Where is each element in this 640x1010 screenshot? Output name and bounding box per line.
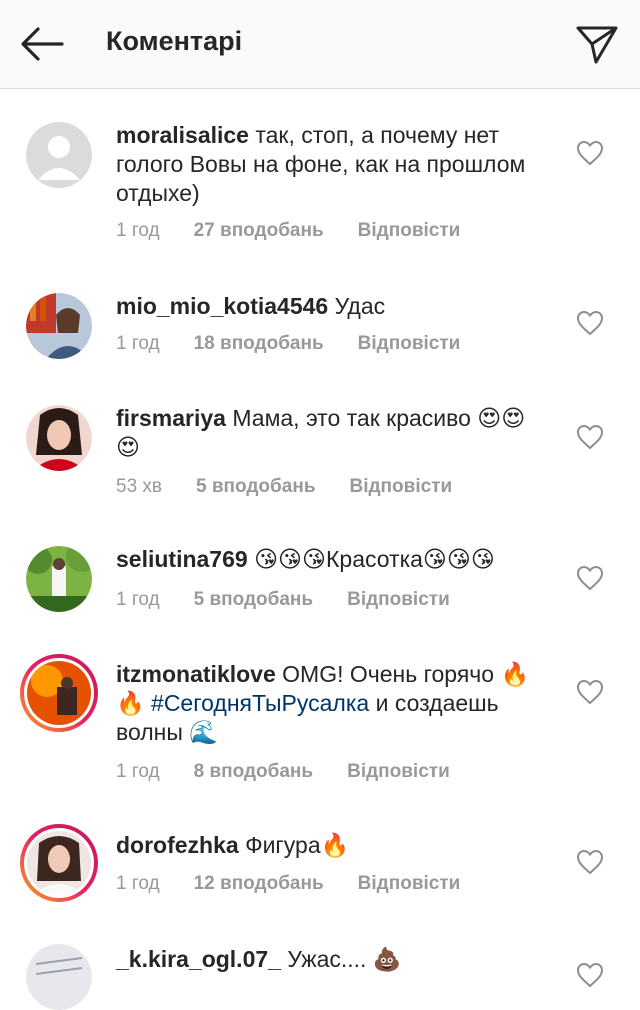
reply-button[interactable]: Відповісти: [358, 333, 461, 354]
comment-likes[interactable]: 27 вподобань: [194, 220, 324, 241]
comment-time: 1 год: [116, 589, 160, 610]
comment-username[interactable]: _k.kira_ogl.07_: [116, 946, 281, 972]
comment-text: _k.kira_ogl.07_ Ужас.... 💩: [116, 945, 546, 974]
header-bar: Коментарі: [0, 0, 640, 89]
reply-button[interactable]: Відповісти: [358, 873, 461, 894]
like-button[interactable]: [576, 424, 604, 450]
avatar[interactable]: [26, 293, 92, 359]
like-button[interactable]: [576, 565, 604, 591]
comment-body: Фигура🔥: [245, 832, 350, 858]
reply-button[interactable]: Відповісти: [358, 220, 461, 241]
avatar-photo: [26, 944, 92, 1010]
comment-likes[interactable]: 8 вподобань: [194, 761, 313, 782]
avatar-photo: [26, 293, 92, 359]
avatar-photo: [27, 831, 91, 895]
heart-icon: [576, 962, 604, 988]
comment-text: firsmariya Мама, это так красиво 😍😍😍: [116, 404, 546, 462]
comment-likes[interactable]: 5 вподобань: [196, 476, 315, 497]
comment-body: Ужас.... 💩: [287, 946, 402, 972]
heart-icon: [576, 424, 604, 450]
comment-body: Удас: [334, 293, 386, 319]
avatar-photo: [27, 661, 91, 725]
comment-time: 1 год: [116, 333, 160, 354]
back-arrow-icon: [21, 27, 64, 61]
heart-icon: [576, 140, 604, 166]
comment-meta: 1 год 12 вподобань Відповісти: [116, 873, 494, 895]
back-button[interactable]: [18, 26, 66, 62]
avatar[interactable]: [26, 405, 92, 471]
comment-meta: 1 год 18 вподобань Відповісти: [116, 333, 494, 355]
avatar-photo: [26, 405, 92, 471]
like-button[interactable]: [576, 679, 604, 705]
comment-time: 53 хв: [116, 476, 163, 497]
send-button[interactable]: [572, 20, 620, 68]
comment-meta: 1 год 27 вподобань Відповісти: [116, 220, 494, 242]
comment-text: dorofezhka Фигура🔥: [116, 831, 546, 860]
heart-icon: [576, 565, 604, 591]
avatar[interactable]: [26, 122, 92, 188]
hashtag-link[interactable]: #СегодняТыРусалка: [151, 690, 369, 716]
comment-text: mio_mio_kotia4546 Удас: [116, 292, 546, 321]
like-button[interactable]: [576, 310, 604, 336]
heart-icon: [576, 679, 604, 705]
avatar-with-story-ring[interactable]: [20, 824, 98, 902]
like-button[interactable]: [576, 962, 604, 988]
comment-body: 😘😘😘Красотка😘😘😘: [254, 546, 495, 572]
comment-meta: 53 хв 5 вподобань Відповісти: [116, 476, 486, 498]
comment-likes[interactable]: 18 вподобань: [194, 333, 324, 354]
comment-username[interactable]: firsmariya: [116, 405, 226, 431]
avatar[interactable]: [26, 944, 92, 1010]
like-button[interactable]: [576, 140, 604, 166]
like-button[interactable]: [576, 849, 604, 875]
paper-plane-icon: [576, 26, 618, 64]
comment-time: 1 год: [116, 220, 160, 241]
comment-time: 1 год: [116, 873, 160, 894]
comment-username[interactable]: mio_mio_kotia4546: [116, 293, 328, 319]
heart-icon: [576, 310, 604, 336]
comment-meta: 1 год 8 вподобань Відповісти: [116, 761, 484, 783]
comment-username[interactable]: seliutina769: [116, 546, 248, 572]
comment-text: moralisalice так, стоп, а почему нет гол…: [116, 121, 546, 208]
comment-meta: 1 год 5 вподобань Відповісти: [116, 589, 484, 611]
comment-username[interactable]: moralisalice: [116, 122, 249, 148]
heart-icon: [576, 849, 604, 875]
comment-text: seliutina769 😘😘😘Красотка😘😘😘: [116, 545, 546, 574]
comment-username[interactable]: dorofezhka: [116, 832, 239, 858]
default-avatar-icon: [26, 122, 92, 188]
comment-time: 1 год: [116, 761, 160, 782]
comment-likes[interactable]: 5 вподобань: [194, 589, 313, 610]
avatar-photo: [26, 546, 92, 612]
comment-text: itzmonatiklove OMG! Очень горячо 🔥🔥 #Сег…: [116, 660, 546, 747]
reply-button[interactable]: Відповісти: [347, 761, 450, 782]
reply-button[interactable]: Відповісти: [347, 589, 450, 610]
comment-likes[interactable]: 12 вподобань: [194, 873, 324, 894]
avatar[interactable]: [26, 546, 92, 612]
page-title: Коментарі: [106, 26, 243, 56]
avatar-with-story-ring[interactable]: [20, 654, 98, 732]
comment-username[interactable]: itzmonatiklove: [116, 661, 276, 687]
reply-button[interactable]: Відповісти: [350, 476, 453, 497]
